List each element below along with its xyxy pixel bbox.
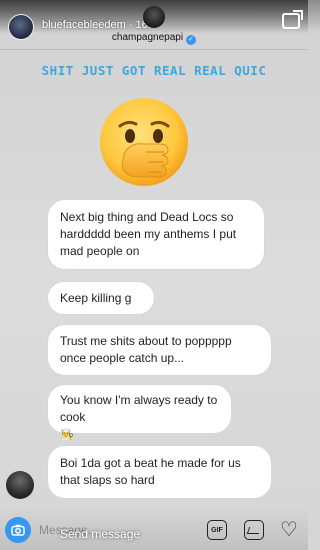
camera-button[interactable] [5,517,31,543]
chef-emoji: 👨‍🍳 [60,429,74,441]
message-bubble[interactable]: You know I'm always ready to cook 👨‍🍳 [47,384,232,441]
message-text: You know I'm always ready to cook [60,393,218,424]
message-bubble[interactable]: Boi 1da got a beat he made for us that s… [47,445,272,499]
message-text: Next big thing and Dead Locs so harddddd… [60,210,237,258]
send-message-label[interactable]: Send message [60,527,140,541]
gallery-icon[interactable] [244,520,264,540]
story-username[interactable]: bluefacebleedem · 16m [42,19,157,31]
message-composer: Message... Send message GIF ♡ [0,510,308,550]
message-bubble[interactable]: Trust me shits about to poppppp once peo… [47,324,272,376]
gif-button[interactable]: GIF [207,520,227,540]
heart-icon[interactable]: ♡ [280,519,302,541]
chat-name: champagnepapi [111,32,184,43]
message-text: Trust me shits about to poppppp once peo… [60,334,232,365]
chat-name-row[interactable]: champagnepapi ✓ [0,32,308,45]
divider [0,49,308,50]
message-text: Boi 1da got a beat he made for us that s… [60,456,241,487]
message-bubble[interactable]: Keep killing g [47,281,155,315]
camera-icon [11,524,25,536]
sender-avatar[interactable] [6,471,34,499]
story-caption: SHIT JUST GOT REAL REAL QUIC [41,63,267,78]
share-icon[interactable] [282,10,303,29]
message-text: Keep killing g [60,291,132,305]
message-bubble[interactable]: Next big thing and Dead Locs so harddddd… [47,199,265,270]
chat-avatar[interactable] [143,6,165,28]
face-with-hand-over-mouth-emoji [100,98,188,186]
verified-badge-icon: ✓ [186,35,197,45]
